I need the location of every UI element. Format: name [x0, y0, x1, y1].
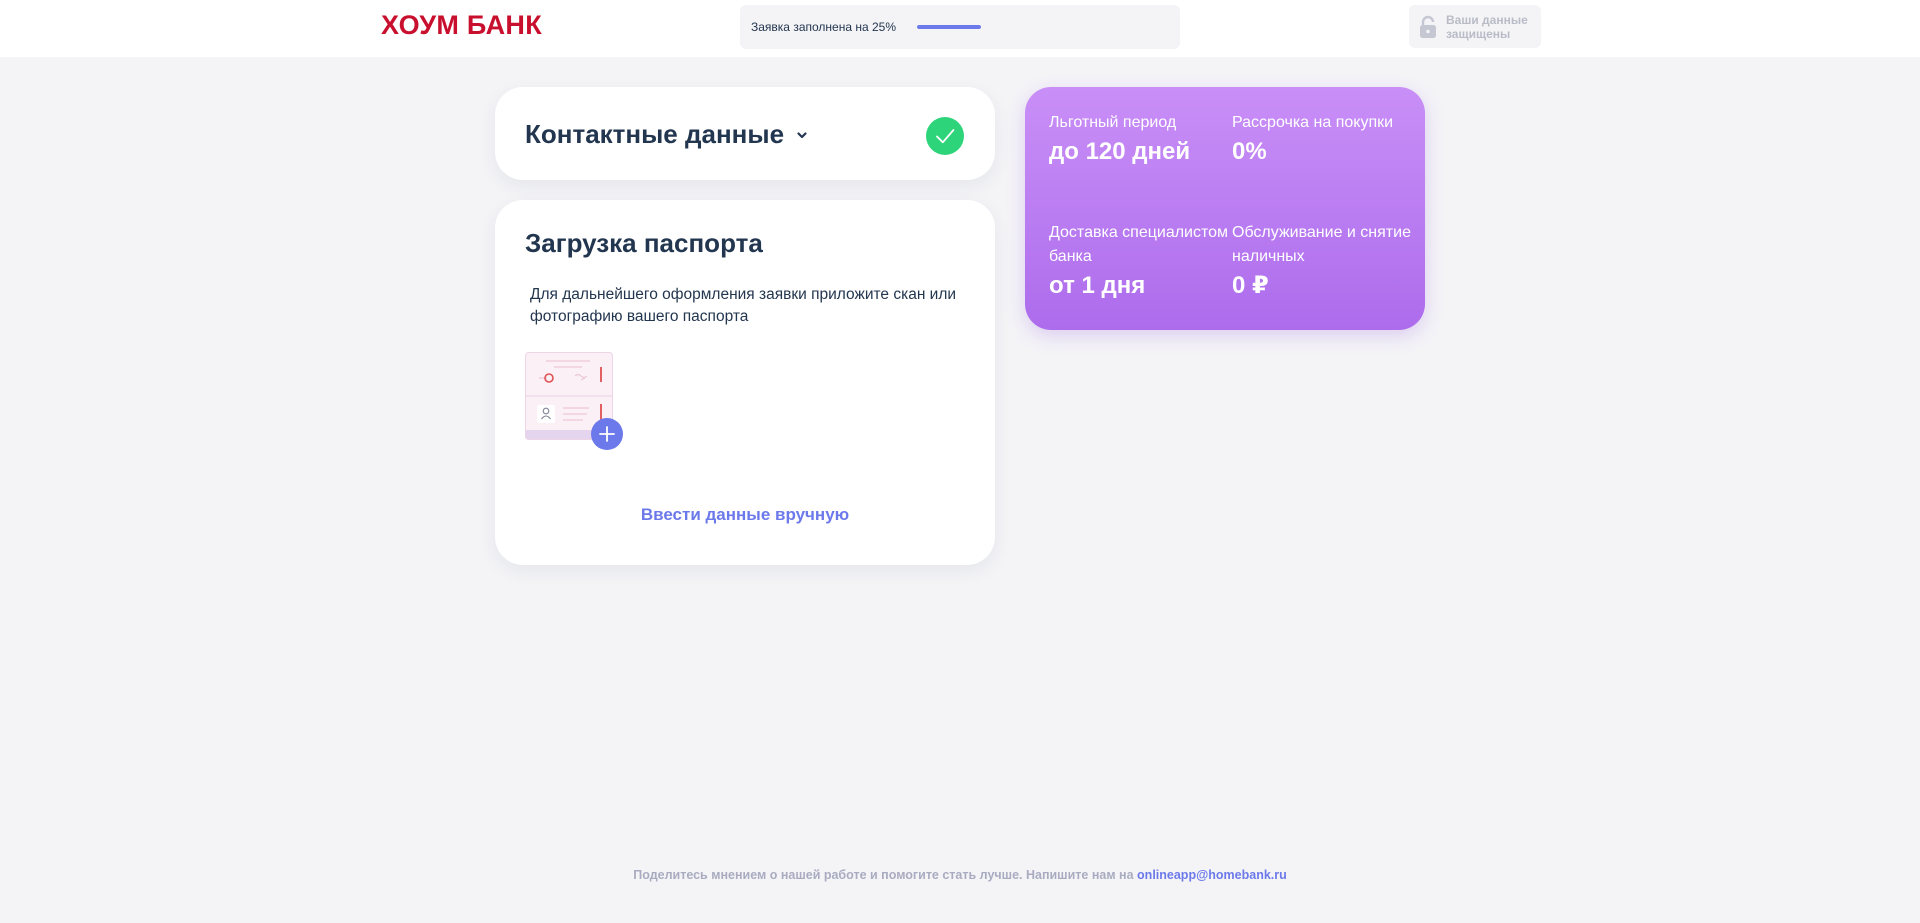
- passport-upload-section: Загрузка паспорта Для дальнейшего оформл…: [495, 200, 995, 565]
- contact-data-section[interactable]: Контактные данные: [495, 87, 995, 180]
- secure-badge: Ваши данные защищены: [1409, 5, 1541, 48]
- passport-upload-title: Загрузка паспорта: [525, 228, 763, 258]
- footer: Поделитесь мнением о нашей работе и помо…: [0, 868, 1920, 882]
- passport-upload-description: Для дальнейшего оформления заявки прилож…: [530, 286, 957, 325]
- lock-icon: [1420, 15, 1436, 38]
- promo-delivery: Доставка специалистом банка от 1 дня: [1049, 221, 1229, 301]
- header: ХОУМ БАНК Заявка заполнена на 25% Ваши д…: [0, 0, 1920, 57]
- promo-label: Льготный период: [1049, 114, 1177, 131]
- card-benefits-promo: Льготный период до 120 дней Рассрочка на…: [1025, 87, 1425, 330]
- passport-upload-icon[interactable]: [525, 352, 631, 452]
- chevron-down-icon[interactable]: [795, 130, 809, 140]
- promo-value: 0%: [1232, 138, 1267, 165]
- enter-data-manually-link[interactable]: Ввести данные вручную: [495, 505, 995, 525]
- footer-text: Поделитесь мнением о нашей работе и помо…: [633, 868, 1134, 882]
- promo-installment: Рассрочка на покупки 0%: [1232, 111, 1412, 167]
- progress-label: Заявка заполнена на 25%: [751, 20, 896, 34]
- promo-label: Обслуживание и снятие наличных: [1232, 224, 1411, 265]
- check-icon: [926, 117, 964, 155]
- promo-grace-period: Льготный период до 120 дней: [1049, 111, 1219, 167]
- promo-service-fee: Обслуживание и снятие наличных 0 ₽: [1232, 221, 1412, 301]
- promo-label: Доставка специалистом банка: [1049, 224, 1229, 265]
- feedback-email-link[interactable]: onlineapp@homebank.ru: [1137, 868, 1287, 882]
- logo[interactable]: ХОУМ БАНК: [381, 10, 542, 41]
- promo-value: до 120 дней: [1049, 138, 1191, 165]
- application-progress: Заявка заполнена на 25%: [740, 5, 1180, 49]
- progress-track: [917, 25, 981, 29]
- progress-fill: [917, 25, 981, 29]
- promo-value: от 1 дня: [1049, 272, 1146, 299]
- promo-value: 0 ₽: [1232, 272, 1269, 299]
- contact-data-title: Контактные данные: [525, 119, 785, 149]
- promo-label: Рассрочка на покупки: [1232, 114, 1394, 131]
- secure-text: Ваши данные защищены: [1446, 13, 1528, 41]
